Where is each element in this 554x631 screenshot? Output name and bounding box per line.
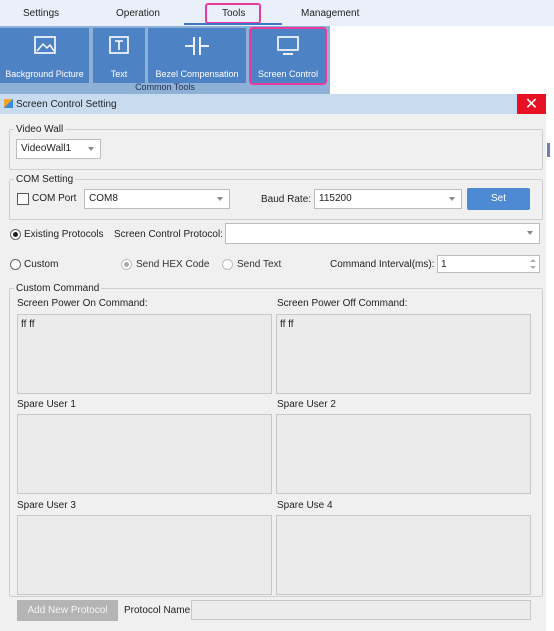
command-interval-value: 1 <box>441 259 447 270</box>
text-icon <box>109 36 129 54</box>
chevron-down-icon <box>88 147 94 151</box>
baud-rate-select[interactable]: 115200 <box>314 189 462 209</box>
menu-settings[interactable]: Settings <box>23 8 59 19</box>
set-button[interactable]: Set <box>467 188 530 210</box>
send-hex-radio[interactable] <box>121 259 132 270</box>
video-wall-select[interactable]: VideoWall1 <box>16 139 101 159</box>
active-tab-indicator <box>184 23 282 25</box>
custom-command-legend: Custom Command <box>16 283 100 294</box>
spare-user-1-label: Spare User 1 <box>17 399 76 410</box>
group-label: Common Tools <box>135 82 195 92</box>
app-icon <box>4 99 13 108</box>
stepper-up-icon[interactable] <box>530 259 536 262</box>
protocol-name-label: Protocol Name: <box>124 605 193 616</box>
bezel-compensation-button[interactable]: Bezel Compensation <box>148 28 246 83</box>
baud-rate-label: Baud Rate: <box>261 194 312 205</box>
spare-user-2-input[interactable] <box>276 414 531 494</box>
com-setting-legend: COM Setting <box>16 174 74 185</box>
stepper-down-icon[interactable] <box>530 266 536 269</box>
command-interval-stepper[interactable]: 1 <box>437 255 540 273</box>
tools-highlight <box>205 3 261 24</box>
spare-user-4-input[interactable] <box>276 515 531 595</box>
background-picture-button[interactable]: Background Picture <box>0 28 89 83</box>
side-marker <box>547 143 550 157</box>
text-button[interactable]: Text <box>93 28 145 83</box>
existing-protocols-label: Existing Protocols <box>24 229 104 240</box>
ribbon: Background Picture Text Bezel Compensati… <box>0 26 554 94</box>
custom-radio[interactable] <box>10 259 21 270</box>
text-label: Text <box>110 69 128 79</box>
chevron-down-icon <box>217 197 223 201</box>
common-tools-group: Background Picture Text Bezel Compensati… <box>0 26 330 94</box>
add-new-protocol-button[interactable]: Add New Protocol <box>17 600 118 621</box>
video-wall-value: VideoWall1 <box>21 143 72 154</box>
spare-user-2-label: Spare User 2 <box>277 399 336 410</box>
screen-control-protocol-label: Screen Control Protocol: <box>114 229 223 240</box>
com-port-label: COM Port <box>32 193 77 204</box>
menu-bar: Settings Operation Tools Management <box>0 0 554 27</box>
spare-user-4-label: Spare Use 4 <box>277 500 333 511</box>
spare-user-1-input[interactable] <box>17 414 272 494</box>
bezel-compensation-icon <box>185 37 209 55</box>
command-interval-label: Command Interval(ms): <box>330 259 435 270</box>
picture-icon <box>33 36 56 54</box>
background-picture-label: Background Picture <box>5 69 84 79</box>
existing-protocols-radio[interactable] <box>10 229 21 240</box>
power-on-command-input[interactable]: ff ff <box>17 314 272 394</box>
com-port-select[interactable]: COM8 <box>84 189 230 209</box>
power-on-label: Screen Power On Command: <box>17 298 148 309</box>
video-wall-legend: Video Wall <box>16 124 64 135</box>
spare-user-3-input[interactable] <box>17 515 272 595</box>
menu-operation[interactable]: Operation <box>116 8 160 19</box>
right-edge <box>546 114 554 631</box>
close-button[interactable]: ✕ <box>517 94 546 115</box>
dialog-title: Screen Control Setting <box>16 99 117 110</box>
chevron-down-icon <box>527 231 533 235</box>
menu-management[interactable]: Management <box>301 8 359 19</box>
screen-control-protocol-select[interactable] <box>225 223 540 244</box>
baud-rate-value: 115200 <box>319 193 352 204</box>
power-off-value: ff ff <box>280 319 294 330</box>
send-text-label: Send Text <box>237 259 282 270</box>
chevron-down-icon <box>449 197 455 201</box>
bezel-compensation-label: Bezel Compensation <box>155 69 239 79</box>
dialog-title-bar: Screen Control Setting <box>0 94 546 114</box>
protocol-name-input[interactable] <box>191 600 531 620</box>
com-port-value: COM8 <box>89 193 118 204</box>
screen-control-highlight <box>249 27 327 85</box>
spare-user-3-label: Spare User 3 <box>17 500 76 511</box>
custom-label: Custom <box>24 259 59 270</box>
com-port-checkbox[interactable] <box>17 193 29 205</box>
power-on-value: ff ff <box>21 319 35 330</box>
send-text-radio[interactable] <box>222 259 233 270</box>
send-hex-label: Send HEX Code <box>136 259 210 270</box>
power-off-label: Screen Power Off Command: <box>277 298 408 309</box>
power-off-command-input[interactable]: ff ff <box>276 314 531 394</box>
